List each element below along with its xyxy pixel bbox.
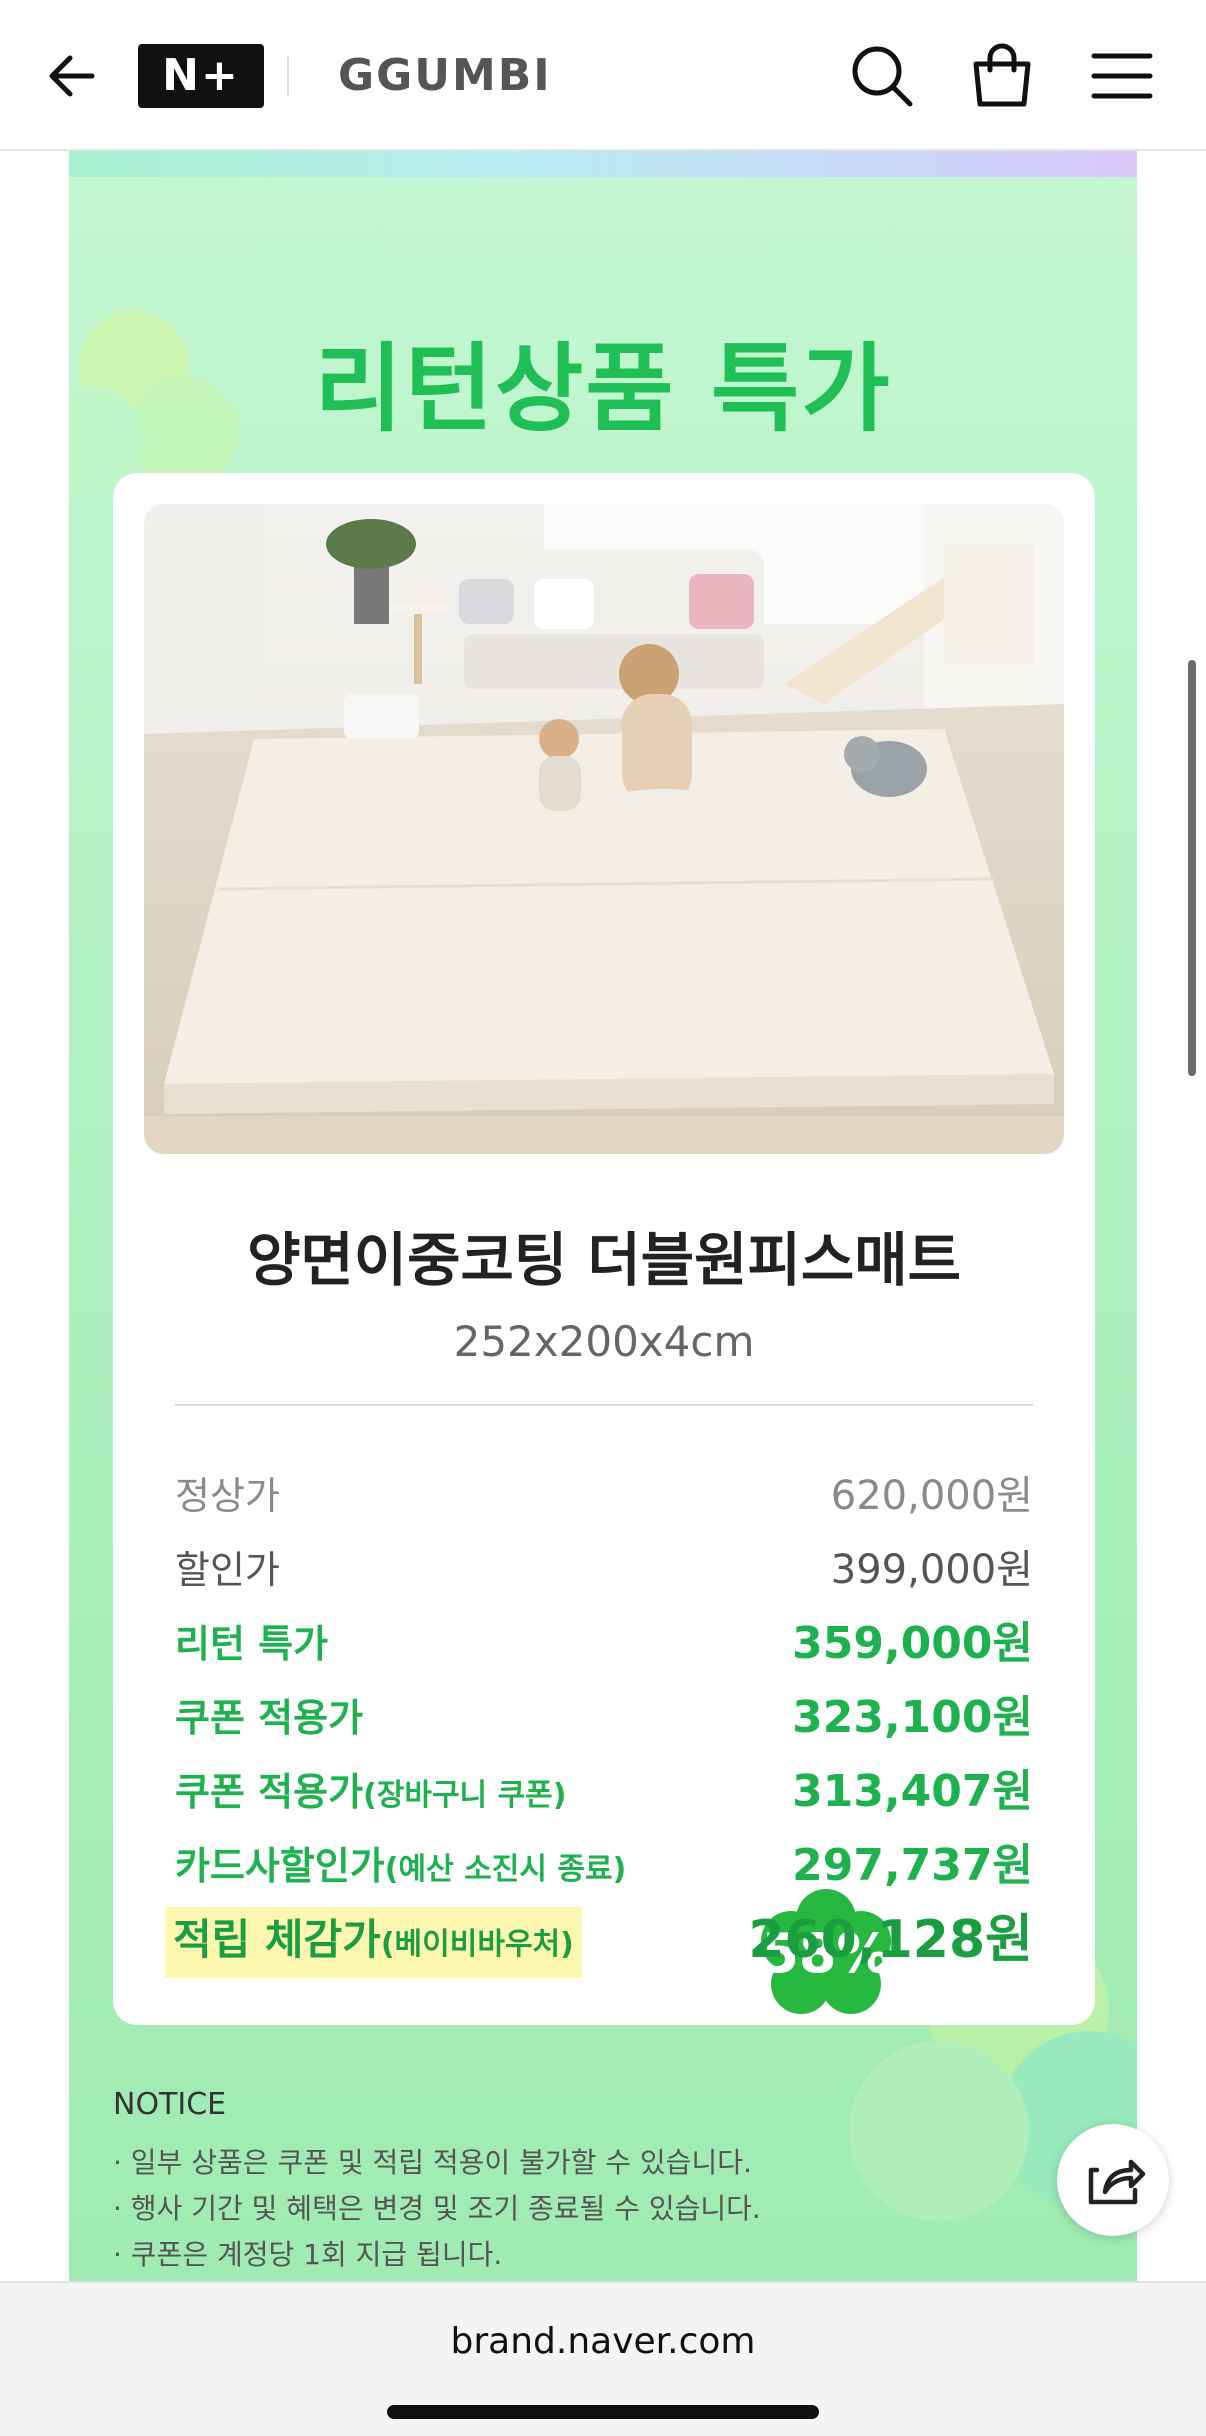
price-label: 리턴 특가 <box>175 1622 329 1666</box>
product-name[interactable]: 양면이중코팅 더블원피스매트 <box>113 1213 1095 1297</box>
price-row-coupon: 쿠폰 적용가 323,100원 <box>175 1685 1033 1751</box>
shopping-bag-icon <box>973 43 1031 107</box>
price-label: 적립 체감가(베이비바우처) <box>165 1907 582 1978</box>
divider-line <box>175 1404 1033 1406</box>
price-value: 359,000원 <box>792 1618 1033 1669</box>
browser-bottom-bar: brand.naver.com <box>0 2281 1206 2436</box>
price-row-card-discount: 카드사할인가(예산 소진시 종료) 297,737원 <box>175 1833 1033 1899</box>
notice-title: NOTICE <box>113 2087 227 2122</box>
notice-item: · 행사 기간 및 혜택은 변경 및 조기 종료될 수 있습니다. <box>113 2192 761 2225</box>
product-card[interactable]: 양면이중코팅 더블원피스매트 252x200x4cm 정상가 620,000원 … <box>113 473 1095 2025</box>
back-button[interactable] <box>40 44 104 108</box>
notice-item: · 일부 상품은 쿠폰 및 적립 적용이 불가할 수 있습니다. <box>113 2146 752 2179</box>
share-button[interactable] <box>1057 2124 1169 2236</box>
back-arrow-icon <box>49 55 95 97</box>
home-indicator[interactable] <box>387 2405 819 2419</box>
price-label: 카드사할인가(예산 소진시 종료) <box>175 1844 627 1888</box>
brand-logo-badge[interactable]: N+ <box>138 44 264 108</box>
search-icon <box>852 46 913 107</box>
hamburger-menu-icon <box>1091 53 1153 99</box>
price-value: 313,407원 <box>792 1766 1033 1817</box>
url-bar[interactable]: brand.naver.com <box>0 2321 1206 2362</box>
product-photo-illustration <box>144 504 1064 1154</box>
promo-headline: 리턴상품 특가 <box>314 333 892 445</box>
scrollbar-thumb[interactable] <box>1188 660 1196 1076</box>
price-value: 399,000원 <box>830 1547 1033 1593</box>
price-value: 323,100원 <box>792 1692 1033 1743</box>
price-row-cart-coupon: 쿠폰 적용가(장바구니 쿠폰) 313,407원 <box>175 1759 1033 1825</box>
price-label: 정상가 <box>175 1474 280 1518</box>
price-value: 620,000원 <box>830 1473 1033 1519</box>
price-label: 할인가 <box>175 1548 280 1592</box>
price-label: 쿠폰 적용가(장바구니 쿠폰) <box>175 1770 567 1814</box>
price-row-effective: 적립 체감가(베이비바우처) 58% 260,128원 <box>165 1889 1033 2014</box>
shopping-bag-button[interactable] <box>966 40 1038 112</box>
price-row-regular: 정상가 620,000원 <box>175 1463 1033 1529</box>
gradient-strip <box>69 151 1137 177</box>
promo-section: 리턴상품 특가 양면이중코팅 더블원피스매트 252x200x4cm 정상가 6… <box>69 151 1137 2281</box>
product-size: 252x200x4cm <box>453 1317 755 1366</box>
menu-button[interactable] <box>1086 40 1158 112</box>
brand-divider <box>287 56 289 96</box>
top-nav-bar: N+ GGUMBI <box>0 0 1206 151</box>
share-icon <box>1088 2159 1146 2205</box>
notice-item: · 쿠폰은 계정당 1회 지급 됩니다. <box>113 2238 503 2271</box>
product-photo[interactable] <box>144 504 1064 1154</box>
price-row-return-special: 리턴 특가 359,000원 <box>175 1611 1033 1677</box>
price-value: 260,128원 <box>748 1910 1033 1970</box>
search-button[interactable] <box>846 40 918 112</box>
price-label: 쿠폰 적용가 <box>175 1696 364 1740</box>
price-row-sale: 할인가 399,000원 <box>175 1537 1033 1603</box>
store-name[interactable]: GGUMBI <box>338 44 552 108</box>
